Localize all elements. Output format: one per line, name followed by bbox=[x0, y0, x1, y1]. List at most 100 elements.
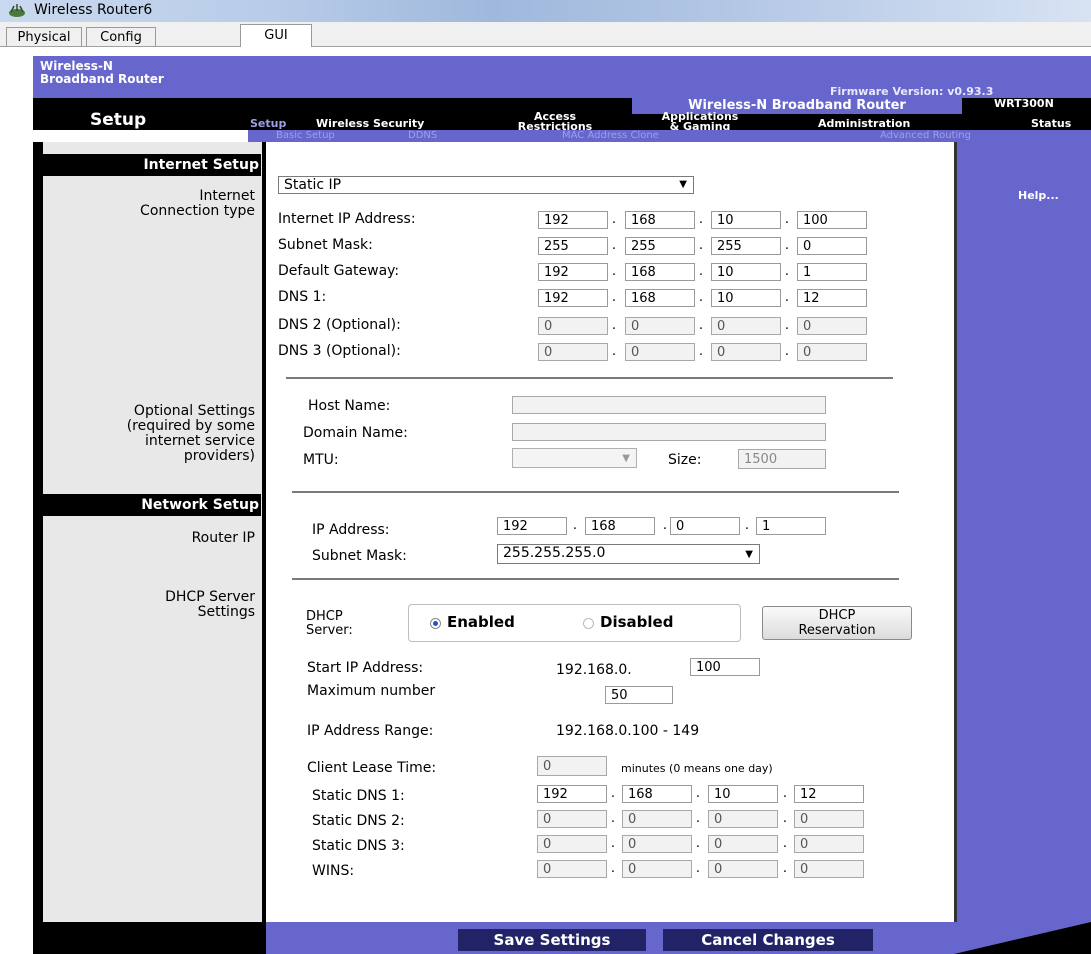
router-ip-octet-1[interactable]: 192 bbox=[497, 517, 567, 535]
cancel-changes-button[interactable]: Cancel Changes bbox=[663, 929, 873, 951]
window-title: Wireless Router6 bbox=[34, 2, 153, 18]
static-dns1-octet-1[interactable]: 192 bbox=[537, 785, 607, 803]
dns2-octet-1[interactable]: 0 bbox=[538, 317, 608, 335]
static-dns2-octet-1[interactable]: 0 bbox=[537, 810, 607, 828]
dns2-octet-4[interactable]: 0 bbox=[797, 317, 867, 335]
internet-ip-octet-2[interactable]: 168 bbox=[625, 211, 695, 229]
dhcp-disabled-label: Disabled bbox=[600, 613, 674, 631]
nav-applications-gaming[interactable]: Applications & Gaming bbox=[640, 111, 760, 132]
static-dns3-octet-3[interactable]: 0 bbox=[708, 835, 778, 853]
dhcp-reservation-button[interactable]: DHCP Reservation bbox=[762, 606, 912, 640]
divider-2 bbox=[292, 491, 899, 493]
dhcp-server-label: DHCP Server: bbox=[306, 610, 353, 638]
domain-name-input[interactable] bbox=[512, 423, 826, 441]
optional-line4: providers) bbox=[183, 448, 255, 464]
static-dns1-octet-3[interactable]: 10 bbox=[708, 785, 778, 803]
dhcp-settings-line1: DHCP Server bbox=[165, 589, 255, 605]
static-dns2-label: Static DNS 2: bbox=[312, 813, 405, 829]
static-dns2-octet-3[interactable]: 0 bbox=[708, 810, 778, 828]
max-number-input[interactable]: 50 bbox=[605, 686, 673, 704]
subnet-mask-octet-3[interactable]: 255 bbox=[711, 237, 781, 255]
nav-access-restrictions[interactable]: Access Restrictions bbox=[515, 111, 595, 132]
dns3-octet-2[interactable]: 0 bbox=[625, 343, 695, 361]
help-link[interactable]: Help... bbox=[1018, 189, 1059, 202]
optional-line2: (required by some bbox=[126, 418, 255, 434]
gateway-octet-3[interactable]: 10 bbox=[711, 263, 781, 281]
static-dns2-octet-2[interactable]: 0 bbox=[622, 810, 692, 828]
static-dns3-label: Static DNS 3: bbox=[312, 838, 405, 854]
internet-ip-label: Internet IP Address: bbox=[278, 211, 416, 227]
router-subnet-mask-select[interactable]: 255.255.255.0 ▼ bbox=[497, 544, 760, 564]
lease-time-input[interactable]: 0 bbox=[537, 756, 607, 776]
router-subnet-mask-label: Subnet Mask: bbox=[312, 548, 407, 564]
dns2-octet-2[interactable]: 0 bbox=[625, 317, 695, 335]
dns3-octet-4[interactable]: 0 bbox=[797, 343, 867, 361]
wins-octet-1[interactable]: 0 bbox=[537, 860, 607, 878]
mtu-select[interactable]: ▼ bbox=[512, 448, 637, 468]
size-label: Size: bbox=[668, 452, 702, 468]
router-ip-octet-3[interactable]: 0 bbox=[670, 517, 740, 535]
dhcp-server-line1: DHCP bbox=[306, 609, 343, 624]
router-ip-octet-4[interactable]: 1 bbox=[756, 517, 826, 535]
dhcp-enabled-radio[interactable] bbox=[430, 618, 441, 629]
dns1-octet-1[interactable]: 192 bbox=[538, 289, 608, 307]
static-dns1-octet-2[interactable]: 168 bbox=[622, 785, 692, 803]
chevron-down-icon: ▼ bbox=[622, 453, 630, 464]
ip-range-label: IP Address Range: bbox=[307, 723, 434, 739]
subnav-advanced-routing[interactable]: Advanced Routing bbox=[880, 130, 971, 142]
static-dns3-octet-2[interactable]: 0 bbox=[622, 835, 692, 853]
dns3-octet-1[interactable]: 0 bbox=[538, 343, 608, 361]
internet-ip-octet-1[interactable]: 192 bbox=[538, 211, 608, 229]
nav-wireless-security[interactable]: Wireless Security bbox=[316, 118, 424, 129]
nav-administration[interactable]: Administration bbox=[818, 118, 910, 129]
static-dns1-octet-4[interactable]: 12 bbox=[794, 785, 864, 803]
subnav-ddns[interactable]: DDNS bbox=[408, 130, 437, 142]
start-ip-input[interactable]: 100 bbox=[690, 658, 760, 676]
ip-range-value: 192.168.0.100 - 149 bbox=[556, 723, 700, 739]
dns2-octet-3[interactable]: 0 bbox=[711, 317, 781, 335]
save-settings-button[interactable]: Save Settings bbox=[458, 929, 646, 951]
nav-setup[interactable]: Setup bbox=[250, 118, 286, 129]
static-dns3-octet-4[interactable]: 0 bbox=[794, 835, 864, 853]
nav-status[interactable]: Status bbox=[1031, 118, 1071, 129]
dhcp-reservation-line1: DHCP bbox=[818, 608, 856, 623]
router-ip-octet-2[interactable]: 168 bbox=[585, 517, 655, 535]
wins-octet-3[interactable]: 0 bbox=[708, 860, 778, 878]
connection-type-select[interactable]: Static IP ▼ bbox=[278, 176, 694, 194]
dns1-label: DNS 1: bbox=[278, 289, 327, 305]
optional-line1: Optional Settings bbox=[133, 403, 255, 419]
dhcp-settings-label: DHCP Server Settings bbox=[43, 590, 255, 620]
optional-line3: internet service bbox=[145, 433, 255, 449]
subnet-mask-octet-4[interactable]: 0 bbox=[797, 237, 867, 255]
dhcp-disabled-radio[interactable] bbox=[583, 618, 594, 629]
wins-octet-2[interactable]: 0 bbox=[622, 860, 692, 878]
subnav-basic-setup[interactable]: Basic Setup bbox=[276, 130, 335, 142]
internet-ip-octet-4[interactable]: 100 bbox=[797, 211, 867, 229]
dns1-octet-4[interactable]: 12 bbox=[797, 289, 867, 307]
dns3-octet-3[interactable]: 0 bbox=[711, 343, 781, 361]
domain-name-label: Domain Name: bbox=[303, 425, 408, 441]
subnav-mac-clone[interactable]: MAC Address Clone bbox=[562, 130, 659, 142]
dns1-octet-2[interactable]: 168 bbox=[625, 289, 695, 307]
connection-type-value: Static IP bbox=[284, 177, 342, 193]
mtu-size-input[interactable]: 1500 bbox=[738, 449, 826, 469]
network-setup-heading: Network Setup bbox=[43, 494, 261, 516]
mtu-label: MTU: bbox=[303, 452, 339, 468]
dns2-label: DNS 2 (Optional): bbox=[278, 317, 401, 333]
static-dns2-octet-4[interactable]: 0 bbox=[794, 810, 864, 828]
tab-gui[interactable]: GUI bbox=[240, 24, 312, 47]
tab-physical[interactable]: Physical bbox=[6, 27, 82, 46]
tab-config[interactable]: Config bbox=[86, 27, 156, 46]
connection-type-label: Internet Connection type bbox=[43, 189, 255, 219]
host-name-input[interactable] bbox=[512, 396, 826, 414]
wins-octet-4[interactable]: 0 bbox=[794, 860, 864, 878]
subnet-mask-octet-2[interactable]: 255 bbox=[625, 237, 695, 255]
brand-logo: Wireless-N Broadband Router bbox=[40, 60, 164, 86]
gateway-octet-1[interactable]: 192 bbox=[538, 263, 608, 281]
subnet-mask-octet-1[interactable]: 255 bbox=[538, 237, 608, 255]
internet-ip-octet-3[interactable]: 10 bbox=[711, 211, 781, 229]
dns1-octet-3[interactable]: 10 bbox=[711, 289, 781, 307]
gateway-octet-4[interactable]: 1 bbox=[797, 263, 867, 281]
static-dns3-octet-1[interactable]: 0 bbox=[537, 835, 607, 853]
gateway-octet-2[interactable]: 168 bbox=[625, 263, 695, 281]
